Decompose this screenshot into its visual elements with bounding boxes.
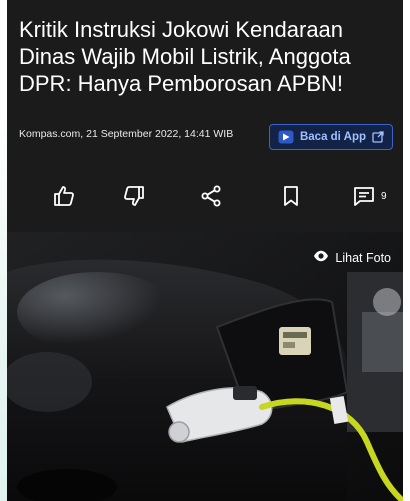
share-icon	[199, 184, 223, 208]
article-card: Kritik Instruksi Jokowi Kendaraan Dinas …	[7, 0, 403, 501]
like-button[interactable]	[50, 182, 78, 210]
play-badge-icon	[278, 130, 294, 144]
share-button[interactable]	[197, 182, 225, 210]
open-in-app-button[interactable]: Baca di App	[268, 124, 393, 150]
bookmark-button[interactable]	[277, 182, 305, 210]
external-link-icon	[372, 131, 384, 143]
eye-icon	[313, 250, 329, 265]
bookmark-icon	[279, 184, 303, 208]
article-photo[interactable]: Lihat Foto	[7, 232, 403, 501]
comment-icon	[352, 184, 376, 208]
view-photo-button[interactable]: Lihat Foto	[313, 250, 391, 265]
thumbs-up-icon	[52, 184, 76, 208]
page-edge-decoration	[0, 110, 7, 501]
article-source-date: Kompas.com, 21 September 2022, 14:41 WIB	[19, 128, 234, 140]
comment-button[interactable]	[350, 182, 378, 210]
comment-count: 9	[381, 191, 387, 202]
thumbs-down-icon	[122, 184, 146, 208]
article-title: Kritik Instruksi Jokowi Kendaraan Dinas …	[19, 17, 351, 96]
article-action-bar: 9	[7, 178, 403, 214]
dislike-button[interactable]	[120, 182, 148, 210]
ev-charging-photo	[7, 232, 403, 501]
view-photo-label: Lihat Foto	[335, 250, 391, 265]
open-in-app-label: Baca di App	[299, 131, 366, 143]
